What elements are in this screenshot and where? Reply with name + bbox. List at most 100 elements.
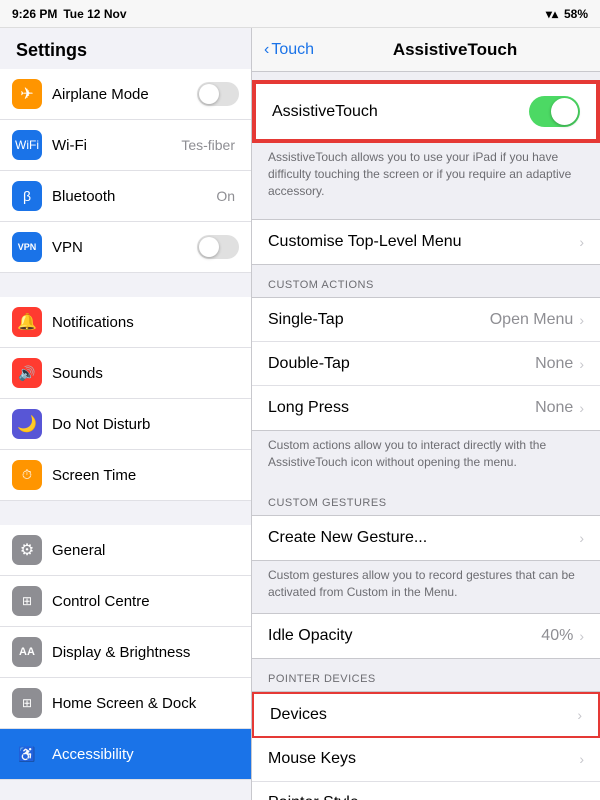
sidebar-item-display-brightness[interactable]: AA Display & Brightness [0,627,251,678]
airplane-mode-toggle[interactable] [197,82,239,106]
single-tap-chevron-icon: › [579,312,584,328]
sidebar-item-control-centre[interactable]: ⊞ Control Centre [0,576,251,627]
wifi-icon: ▾▴ [546,7,558,21]
bluetooth-value: On [216,188,235,204]
create-gesture-row[interactable]: Create New Gesture... › [252,516,600,560]
long-press-value: None [535,399,573,417]
wifi-value: Tes-fiber [181,137,235,153]
sidebar-title: Settings [0,28,251,69]
devices-chevron-icon: › [577,707,582,723]
assistivetouch-section: AssistiveTouch [252,80,600,143]
pointer-style-label: Pointer Style [268,794,579,800]
custom-gestures-header: CUSTOM GESTURES [252,483,600,515]
pointer-devices-section: POINTER DEVICES Devices › Mouse Keys › P… [252,659,600,800]
devices-row[interactable]: Devices › [252,692,600,738]
mouse-keys-row[interactable]: Mouse Keys › [252,738,600,782]
sidebar-label-vpn: VPN [52,239,197,256]
sidebar: Settings ✈ Airplane Mode WiFi Wi-Fi Tes-… [0,28,252,800]
sidebar-item-sounds[interactable]: 🔊 Sounds [0,348,251,399]
display-brightness-icon: AA [12,637,42,667]
vpn-toggle[interactable] [197,235,239,259]
sidebar-item-wifi[interactable]: WiFi Wi-Fi Tes-fiber [0,120,251,171]
pointer-style-row[interactable]: Pointer Style › [252,782,600,800]
customise-top-level-row[interactable]: Customise Top-Level Menu › [252,220,600,264]
custom-actions-header: CUSTOM ACTIONS [252,265,600,297]
long-press-label: Long Press [268,399,535,417]
idle-opacity-row[interactable]: Idle Opacity 40% › [252,614,600,658]
group-separator-3 [0,780,251,800]
detail-panel: ‹ Touch AssistiveTouch AssistiveTouch As… [252,28,600,800]
sounds-icon: 🔊 [12,358,42,388]
double-tap-value: None [535,355,573,373]
assistivetouch-footer: AssistiveTouch allows you to use your iP… [252,143,600,211]
control-centre-icon: ⊞ [12,586,42,616]
custom-actions-section: CUSTOM ACTIONS Single-Tap Open Menu › Do… [252,265,600,483]
long-press-chevron-icon: › [579,400,584,416]
sidebar-item-do-not-disturb[interactable]: 🌙 Do Not Disturb [0,399,251,450]
detail-title: AssistiveTouch [322,40,588,60]
status-time: 9:26 PM [12,7,57,21]
sidebar-label-home-screen: Home Screen & Dock [52,695,239,712]
nav-back-label: Touch [271,41,314,59]
nav-back-button[interactable]: ‹ Touch [264,41,314,59]
sidebar-label-wifi: Wi-Fi [52,137,181,154]
sidebar-label-screen-time: Screen Time [52,467,239,484]
sidebar-item-vpn[interactable]: VPN VPN [0,222,251,273]
double-tap-chevron-icon: › [579,356,584,372]
general-icon: ⚙ [12,535,42,565]
assistivetouch-toggle[interactable] [529,96,580,127]
sidebar-label-display-brightness: Display & Brightness [52,644,239,661]
sidebar-item-accessibility[interactable]: ♿ Accessibility [0,729,251,780]
airplane-mode-icon: ✈ [12,79,42,109]
single-tap-label: Single-Tap [268,311,490,329]
mouse-keys-label: Mouse Keys [268,750,579,768]
back-chevron-icon: ‹ [264,41,269,59]
idle-opacity-section: Idle Opacity 40% › [252,613,600,659]
idle-opacity-chevron-icon: › [579,628,584,644]
custom-gestures-items: Create New Gesture... › [252,515,600,561]
sidebar-label-general: General [52,542,239,559]
main-container: Settings ✈ Airplane Mode WiFi Wi-Fi Tes-… [0,28,600,800]
pointer-devices-items: Devices › Mouse Keys › Pointer Style › S… [252,691,600,800]
sidebar-item-airplane-mode[interactable]: ✈ Airplane Mode [0,69,251,120]
devices-label: Devices [270,706,577,724]
sidebar-label-control-centre: Control Centre [52,593,239,610]
customise-chevron-icon: › [579,234,584,250]
screen-time-icon: ⏱ [12,460,42,490]
single-tap-row[interactable]: Single-Tap Open Menu › [252,298,600,342]
idle-opacity-value: 40% [541,627,573,645]
create-gesture-label: Create New Gesture... [268,529,579,547]
sidebar-item-screen-time[interactable]: ⏱ Screen Time [0,450,251,501]
detail-nav: ‹ Touch AssistiveTouch [252,28,600,72]
double-tap-label: Double-Tap [268,355,535,373]
status-indicators: ▾▴ 58% [546,7,588,21]
group-separator-2 [0,501,251,525]
status-date: Tue 12 Nov [63,7,126,21]
accessibility-icon: ♿ [12,739,42,769]
assistivetouch-label: AssistiveTouch [272,103,529,121]
sidebar-item-bluetooth[interactable]: β Bluetooth On [0,171,251,222]
custom-actions-items: Single-Tap Open Menu › Double-Tap None ›… [252,297,600,431]
sidebar-label-accessibility: Accessibility [52,746,239,763]
assistivetouch-row[interactable]: AssistiveTouch [254,82,598,141]
sidebar-item-home-screen[interactable]: ⊞ Home Screen & Dock [0,678,251,729]
sidebar-label-do-not-disturb: Do Not Disturb [52,416,239,433]
sidebar-label-airplane-mode: Airplane Mode [52,86,197,103]
create-gesture-chevron-icon: › [579,530,584,546]
idle-opacity-label: Idle Opacity [268,627,541,645]
vpn-icon: VPN [12,232,42,262]
pointer-devices-header: POINTER DEVICES [252,659,600,691]
sidebar-item-general[interactable]: ⚙ General [0,525,251,576]
sidebar-label-bluetooth: Bluetooth [52,188,216,205]
wifi-icon: WiFi [12,130,42,160]
sidebar-item-notifications[interactable]: 🔔 Notifications [0,297,251,348]
mouse-keys-chevron-icon: › [579,751,584,767]
group-separator-1 [0,273,251,297]
sidebar-label-notifications: Notifications [52,314,239,331]
customise-section: Customise Top-Level Menu › [252,219,600,265]
customise-top-level-label: Customise Top-Level Menu [268,233,579,251]
double-tap-row[interactable]: Double-Tap None › [252,342,600,386]
long-press-row[interactable]: Long Press None › [252,386,600,430]
status-bar: 9:26 PM Tue 12 Nov ▾▴ 58% [0,0,600,28]
custom-actions-footer: Custom actions allow you to interact dir… [252,431,600,483]
